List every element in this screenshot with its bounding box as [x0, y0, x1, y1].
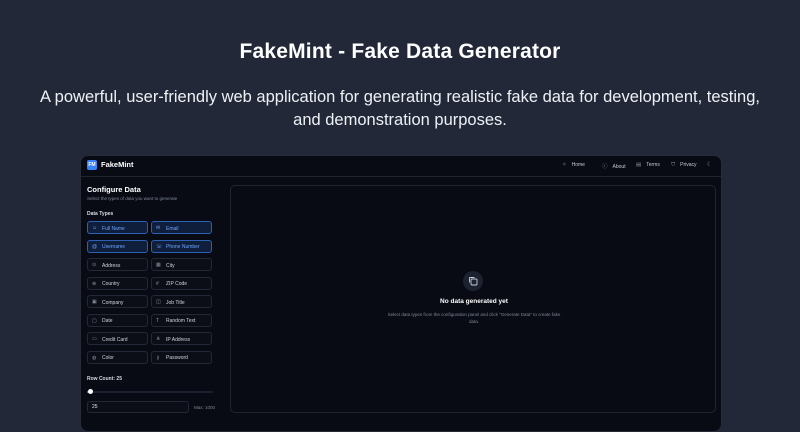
at-icon: @: [92, 243, 98, 250]
data-type-label: Email: [166, 225, 179, 232]
calendar-icon: ▢: [92, 317, 97, 324]
data-types-label: Data Types: [87, 211, 114, 217]
phone-icon: ☏: [156, 243, 163, 250]
data-type-job-title[interactable]: ◫ Job Title: [151, 295, 212, 308]
network-icon: ⋔: [156, 336, 161, 342]
mail-icon: ✉: [156, 225, 161, 231]
row-count-label: Row Count: 25: [87, 376, 122, 382]
sidebar-description: Select the types of data you want to gen…: [87, 196, 178, 201]
palette-icon: ◍: [92, 354, 97, 361]
data-type-label: Credit Card: [102, 336, 128, 343]
output-panel: No data generated yet Select data types …: [230, 185, 716, 413]
nav-item-terms[interactable]: ▤ Terms: [636, 162, 660, 168]
app-window: FM FakeMint ✧ Home ⓘ About ▤ Terms ⛉ Privacy…: [80, 155, 722, 432]
nav-label: About: [612, 164, 626, 170]
nav-label: Terms: [646, 162, 660, 168]
top-nav: FM FakeMint ✧ Home ⓘ About ▤ Terms ⛉ Privacy…: [81, 156, 721, 177]
text-icon: T: [156, 317, 160, 324]
row-count-max: Max: 1000: [194, 405, 216, 410]
data-type-label: Country: [102, 281, 120, 287]
empty-state-title: No data generated yet: [440, 298, 508, 305]
nav-item-home[interactable]: ✧ Home: [562, 162, 585, 168]
data-type-email[interactable]: ✉ Email: [151, 221, 212, 234]
hero-title: FakeMint - Fake Data Generator: [239, 40, 561, 63]
pin-icon: ⊙: [92, 262, 97, 268]
data-type-username[interactable]: @ Username: [87, 239, 148, 253]
logo-text[interactable]: FakeMint: [101, 160, 134, 169]
nav-label: Privacy: [680, 162, 697, 168]
nav-label: Home: [571, 162, 585, 168]
data-type-full-name[interactable]: ☺ Full Name: [87, 221, 148, 234]
data-type-ip-address[interactable]: ⋔ IP Address: [151, 332, 212, 345]
info-icon: ⓘ: [602, 164, 608, 170]
data-type-label: Username: [102, 244, 126, 250]
row-count-slider[interactable]: [87, 391, 213, 393]
building-icon: ▦: [156, 262, 161, 268]
document-icon: ▤: [636, 162, 642, 168]
credit-card-icon: ▭: [92, 336, 97, 342]
data-type-color[interactable]: ◍ Color: [87, 350, 148, 364]
data-type-label: City: [166, 262, 175, 269]
data-type-label: ZIP Code: [166, 281, 188, 287]
briefcase-icon: ▣: [92, 299, 97, 305]
data-type-label: Random Text: [166, 318, 196, 324]
sidebar-title: Configure Data: [87, 185, 141, 194]
data-type-zip-code[interactable]: # ZIP Code: [151, 276, 212, 290]
data-type-password[interactable]: ⚷ Password: [151, 350, 212, 364]
moon-icon[interactable]: ☾: [707, 161, 712, 168]
sparkle-icon: ✧: [562, 162, 567, 168]
data-type-credit-card[interactable]: ▭ Credit Card: [87, 332, 148, 345]
data-type-label: Color: [102, 355, 114, 361]
row-count-input[interactable]: [87, 401, 189, 413]
shield-icon: ⛉: [671, 162, 676, 168]
data-type-label: Company: [102, 299, 124, 306]
data-type-country[interactable]: ⊕ Country: [87, 276, 148, 290]
data-type-label: Password: [166, 355, 188, 361]
empty-state-description: Select data types from the configuration…: [387, 312, 561, 324]
nav-item-privacy[interactable]: ⛉ Privacy: [671, 162, 697, 169]
data-type-label: IP Address: [166, 336, 191, 343]
data-type-random-text[interactable]: T Random Text: [151, 313, 212, 327]
data-type-label: Job Title: [166, 299, 185, 306]
data-type-address[interactable]: ⊙ Address: [87, 258, 148, 271]
user-icon: ☺: [92, 225, 98, 231]
data-type-label: Address: [102, 262, 121, 269]
hash-icon: #: [156, 280, 159, 287]
data-type-label: Date: [102, 318, 113, 324]
slider-thumb[interactable]: [88, 389, 94, 394]
data-type-date[interactable]: ▢ Date: [87, 313, 148, 327]
logo-badge[interactable]: FM: [87, 160, 97, 170]
data-type-company[interactable]: ▣ Company: [87, 295, 148, 308]
data-type-label: Phone Number: [166, 244, 200, 250]
data-type-phone-number[interactable]: ☏ Phone Number: [151, 239, 212, 253]
hero-subtitle: A powerful, user-friendly web applicatio…: [40, 88, 760, 129]
key-icon: ⚷: [156, 354, 160, 361]
data-type-city[interactable]: ▦ City: [151, 258, 212, 271]
data-type-label: Full Name: [102, 225, 125, 232]
globe-icon: ⊕: [92, 280, 97, 287]
badge-icon: ◫: [156, 299, 161, 305]
copy-icon: [463, 271, 483, 291]
nav-item-about[interactable]: ⓘ About: [602, 162, 626, 170]
